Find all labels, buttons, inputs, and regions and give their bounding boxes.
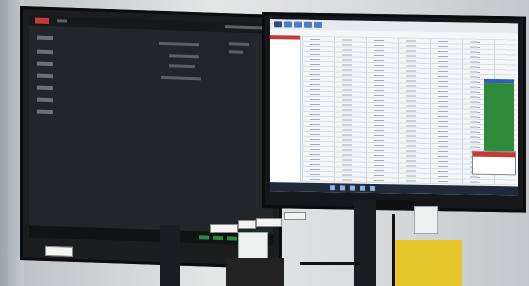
taskbar-app-icon[interactable] <box>360 185 365 191</box>
side-info-text <box>229 42 249 46</box>
taskbar-app-icon[interactable] <box>330 185 335 191</box>
record-list-header <box>270 35 300 40</box>
bezel-label <box>284 212 306 220</box>
sidebar-item[interactable] <box>37 97 53 103</box>
toolbar-button[interactable] <box>294 21 302 28</box>
power-adapter <box>226 258 284 286</box>
bezel-label <box>210 224 238 233</box>
bezel-label <box>256 218 282 227</box>
data-column <box>342 38 352 181</box>
sidebar-item[interactable] <box>37 35 53 41</box>
sidebar-item[interactable] <box>37 49 53 55</box>
data-column <box>310 37 320 181</box>
toolbar-button[interactable] <box>284 21 292 28</box>
topbar-menu[interactable] <box>225 25 263 30</box>
taskbar-indicator <box>199 235 209 240</box>
notification-popup[interactable] <box>472 150 516 176</box>
left-monitor-screen <box>29 15 273 246</box>
yellow-box <box>392 240 462 286</box>
header-text <box>169 64 195 69</box>
toolbar-button[interactable] <box>314 21 322 29</box>
toolbar-button[interactable] <box>274 21 282 28</box>
data-column <box>438 40 448 183</box>
cable <box>300 262 360 265</box>
bezel-sticker <box>45 245 73 257</box>
sidebar-item[interactable] <box>37 109 53 115</box>
sidebar-item[interactable] <box>37 73 53 79</box>
right-monitor-screen <box>270 19 518 196</box>
record-list-panel[interactable] <box>270 35 301 182</box>
taskbar-indicator <box>213 235 223 241</box>
wall-outlet <box>414 206 438 234</box>
side-info-text <box>229 50 243 54</box>
right-monitor <box>262 12 526 213</box>
taskbar-app-icon[interactable] <box>350 185 355 191</box>
data-column <box>374 38 384 182</box>
header-text <box>159 41 199 47</box>
left-monitor <box>20 6 282 270</box>
taskbar-indicator <box>227 236 237 241</box>
taskbar-app-icon[interactable] <box>340 185 345 191</box>
bezel-label <box>238 220 256 229</box>
toolbar-button[interactable] <box>304 21 312 28</box>
cable <box>392 214 395 286</box>
data-column <box>406 39 416 182</box>
app-logo-tab[interactable] <box>35 17 49 25</box>
header-text <box>161 75 201 81</box>
popup-header <box>473 151 515 158</box>
header-text <box>169 54 199 59</box>
sidebar-item[interactable] <box>37 61 53 67</box>
title-text <box>57 19 67 23</box>
monitor-stand-pole <box>160 225 180 286</box>
spreadsheet-toolbar <box>270 19 518 34</box>
left-monitor-topbar <box>29 15 273 34</box>
taskbar-app-icon[interactable] <box>370 185 375 191</box>
monitor-stand-pole <box>354 200 376 286</box>
sidebar-item[interactable] <box>37 85 53 91</box>
photo-scene <box>0 0 529 286</box>
